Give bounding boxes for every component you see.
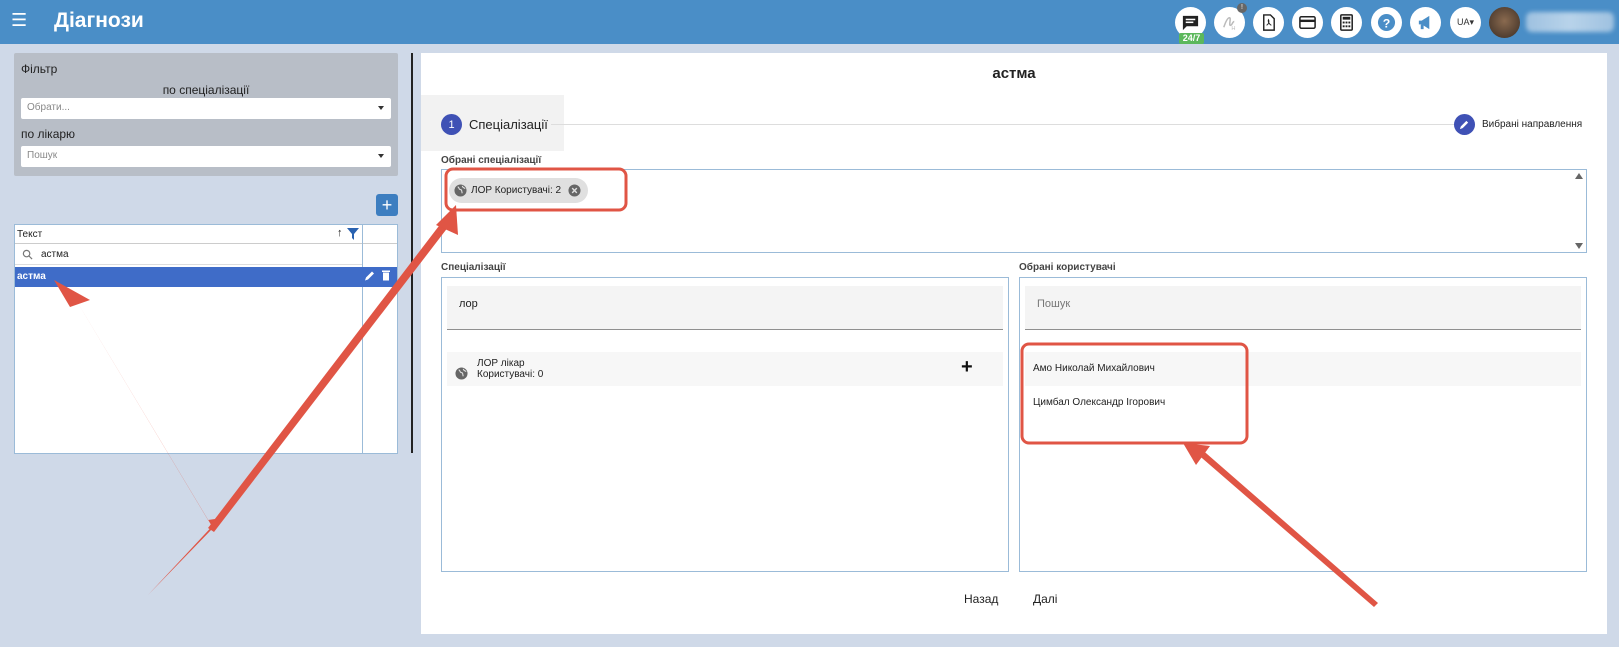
pdf-icon[interactable]: [1253, 7, 1284, 38]
panel-divider: [411, 53, 413, 453]
specialization-select[interactable]: Обрати...: [21, 98, 391, 119]
filter-title: Фільтр: [21, 62, 58, 76]
menu-icon[interactable]: ☰: [11, 10, 27, 30]
filter-panel: Фільтр по спеціалізації Обрати... по лік…: [14, 53, 398, 176]
filter-doctor-label: по лікарю: [21, 127, 76, 141]
delete-icon[interactable]: [380, 269, 392, 282]
scroll-up-arrow[interactable]: [1575, 173, 1583, 179]
back-button[interactable]: Назад: [964, 592, 998, 606]
stepper-line: [551, 124, 1466, 125]
selected-specializations-label: Обрані спеціалізації: [441, 155, 542, 166]
user-search-input[interactable]: Пошук: [1025, 286, 1581, 330]
remove-chip-icon[interactable]: [568, 184, 581, 197]
list-item[interactable]: ЛОР лікар Користувачі: 0 +: [447, 352, 1003, 386]
user-name: Цимбал Олександр Ігорович: [1033, 397, 1166, 408]
avatar[interactable]: [1489, 7, 1520, 38]
search-icon: [22, 249, 33, 260]
specialization-name: ЛОР лікар: [477, 358, 525, 369]
grid-search-value[interactable]: астма: [41, 249, 69, 260]
specialization-chip[interactable]: ЛОР Користувачі: 2: [449, 178, 589, 203]
chevron-down-icon: [378, 106, 384, 110]
step-2-label[interactable]: Вибрані направлення: [1482, 119, 1582, 130]
calculator-icon[interactable]: [1331, 7, 1362, 38]
language-selector[interactable]: UA▾: [1450, 7, 1481, 38]
chevron-down-icon: [378, 154, 384, 158]
edit-icon[interactable]: [364, 269, 376, 282]
list-item[interactable]: Амо Николай Михайлович: [1025, 352, 1581, 386]
chip-label: ЛОР Користувачі: 2: [471, 185, 562, 196]
next-button[interactable]: Далі: [1033, 592, 1057, 606]
svg-text:H: H: [1231, 26, 1235, 32]
list-item[interactable]: Цимбал Олександр Ігорович: [1025, 386, 1581, 420]
doctor-select[interactable]: Пошук: [21, 146, 391, 167]
selected-users-label: Обрані користувачі: [1019, 262, 1116, 273]
globe-icon: [455, 367, 468, 380]
annotation-arrow-tail-1: [148, 520, 218, 595]
user-name: Амо Николай Михайлович: [1033, 363, 1155, 374]
card-icon[interactable]: [1292, 7, 1323, 38]
announcement-icon[interactable]: [1410, 7, 1441, 38]
step-1-label[interactable]: Спеціалізації: [469, 117, 548, 132]
pencil-icon[interactable]: [1454, 114, 1475, 135]
step-1-number: 1: [441, 114, 462, 135]
specialization-search-input[interactable]: лор: [447, 286, 1003, 330]
user-name-blurred[interactable]: [1526, 12, 1614, 32]
doctor-select-value: Пошук: [27, 150, 58, 161]
selected-users-list: Пошук Амо Николай Михайлович Цимбал Олек…: [1019, 277, 1587, 572]
grid-divider: [362, 225, 363, 453]
globe-icon: [454, 184, 467, 197]
specialization-select-value: Обрати...: [27, 102, 70, 113]
table-row-text: астма: [17, 271, 46, 282]
table-row[interactable]: астма: [15, 267, 397, 287]
main-panel: астма 1 Спеціалізації Вибрані направленн…: [421, 53, 1607, 634]
add-specialization-icon[interactable]: +: [961, 356, 973, 379]
specializations-label: Спеціалізації: [441, 262, 506, 273]
filter-icon[interactable]: [347, 228, 359, 240]
specialization-users: Користувачі: 0: [477, 369, 544, 380]
page-title: Діагнози: [54, 9, 144, 32]
svg-text:?: ?: [1383, 16, 1391, 30]
help-icon[interactable]: ?: [1371, 7, 1402, 38]
filter-specialization-label: по спеціалізації: [162, 83, 250, 97]
sort-icon[interactable]: ↑: [337, 227, 343, 239]
diagnosis-title: астма: [992, 65, 1036, 82]
grid-column-header[interactable]: Текст: [17, 229, 42, 240]
scroll-down-arrow[interactable]: [1575, 243, 1583, 249]
selected-specializations-box: ЛОР Користувачі: 2: [441, 169, 1587, 253]
grid-search[interactable]: астма: [15, 245, 362, 265]
notification-badge: !: [1237, 3, 1247, 13]
add-button[interactable]: +: [376, 194, 398, 216]
grid-header: Текст ↑: [15, 225, 397, 244]
chat-badge: 24/7: [1179, 33, 1204, 44]
specializations-list: лор ЛОР лікар Користувачі: 0 +: [441, 277, 1009, 572]
diagnoses-grid: Текст ↑ астма астма: [14, 224, 398, 454]
top-bar: ☰ Діагнози 24/7 H ! ? UA▾: [0, 0, 1619, 44]
